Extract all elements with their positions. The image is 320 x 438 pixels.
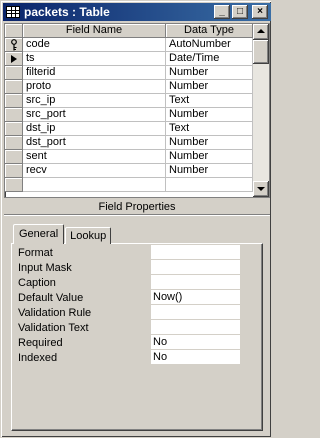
table-row[interactable]: filterid Number [5,66,253,80]
table-row[interactable]: sent Number [5,150,253,164]
field-name-cell[interactable]: dst_port [23,136,166,150]
data-type-cell[interactable]: Number [166,108,253,122]
data-type-cell[interactable]: Date/Time [166,52,253,66]
row-selector[interactable] [5,178,23,192]
data-type-cell[interactable]: Number [166,80,253,94]
scroll-thumb[interactable] [253,40,269,64]
up-arrow-icon [257,29,265,33]
table-row[interactable]: src_port Number [5,108,253,122]
property-label: Validation Rule [18,306,92,319]
data-type-cell[interactable] [166,178,253,192]
property-row: Indexed No [18,350,240,365]
close-button[interactable]: × [252,5,268,19]
row-selector[interactable] [5,66,23,80]
field-grid: Field Name Data Type code AutoNumber ts Dat… [4,23,270,198]
data-type-cell[interactable]: Text [166,94,253,108]
field-name-cell[interactable]: src_ip [23,94,166,108]
property-label: Caption [18,276,56,289]
property-row: Validation Rule [18,305,240,320]
tab-lookup[interactable]: Lookup [65,227,112,244]
property-label: Format [18,246,53,259]
property-value-field[interactable] [151,305,240,320]
table-icon [6,6,20,18]
property-value-field[interactable] [151,260,240,275]
property-value-field[interactable] [151,275,240,290]
table-row[interactable]: recv Number [5,164,253,178]
property-label: Required [18,336,63,349]
property-row: Caption [18,275,240,290]
scroll-up-button[interactable] [253,24,269,40]
properties-list: Format Input Mask Caption Default Value Now(… [18,245,240,365]
maximize-button[interactable]: □ [232,5,248,19]
row-selector[interactable] [5,150,23,164]
down-arrow-icon [257,187,265,191]
property-value-field[interactable]: No [151,350,240,365]
window-title: packets : Table [24,5,110,19]
data-type-cell[interactable]: Number [166,150,253,164]
field-name-cell[interactable]: recv [23,164,166,178]
property-value-field[interactable]: No [151,335,240,350]
tab-general[interactable]: General [13,224,65,244]
table-row[interactable]: dst_ip Text [5,122,253,136]
data-type-cell[interactable]: AutoNumber [166,38,253,52]
property-tabs: General Lookup [13,224,112,244]
property-value-field[interactable] [151,245,240,260]
row-selector[interactable] [5,94,23,108]
row-selector[interactable] [5,164,23,178]
table-design-window: packets : Table _ □ × Field Name Data Ty… [0,0,272,438]
table-row[interactable] [5,178,253,192]
property-label: Input Mask [18,261,72,274]
data-type-cell[interactable]: Number [166,164,253,178]
row-selector[interactable] [5,38,23,52]
minimize-button[interactable]: _ [214,5,230,19]
vertical-scrollbar[interactable] [253,24,269,197]
row-selector[interactable] [5,80,23,94]
field-name-cell[interactable] [23,178,166,192]
row-selector[interactable] [5,52,23,66]
property-row: Input Mask [18,260,240,275]
field-name-cell[interactable]: src_port [23,108,166,122]
property-label: Default Value [18,291,84,304]
data-type-cell[interactable]: Number [166,136,253,150]
row-selector[interactable] [5,108,23,122]
property-value-field[interactable] [151,320,240,335]
field-name-cell[interactable]: sent [23,150,166,164]
title-bar[interactable]: packets : Table _ □ × [3,3,271,21]
field-properties-header: Field Properties [4,199,270,215]
field-name-cell[interactable]: code [23,38,166,52]
property-value-field[interactable]: Now() [151,290,240,305]
property-row: Required No [18,335,240,350]
header-field-name[interactable]: Field Name [23,24,166,38]
header-selector [5,24,23,38]
property-row: Default Value Now() [18,290,240,305]
grid-header: Field Name Data Type [5,24,253,38]
property-row: Format [18,245,240,260]
property-row: Validation Text [18,320,240,335]
field-name-cell[interactable]: proto [23,80,166,94]
field-name-cell[interactable]: filterid [23,66,166,80]
table-row[interactable]: dst_port Number [5,136,253,150]
header-data-type[interactable]: Data Type [166,24,253,38]
table-row[interactable]: src_ip Text [5,94,253,108]
row-selector[interactable] [5,122,23,136]
primary-key-icon [11,39,17,51]
table-row[interactable]: ts Date/Time [5,52,253,66]
property-label: Indexed [18,351,58,364]
property-label: Validation Text [18,321,89,334]
field-name-cell[interactable]: ts [23,52,166,66]
data-type-cell[interactable]: Number [166,66,253,80]
grid-rows: code AutoNumber ts Date/Time filterid Number p… [5,38,253,192]
table-row[interactable]: code AutoNumber [5,38,253,52]
field-name-cell[interactable]: dst_ip [23,122,166,136]
row-selector[interactable] [5,136,23,150]
scroll-down-button[interactable] [253,181,269,197]
table-row[interactable]: proto Number [5,80,253,94]
current-row-arrow-icon [11,55,17,63]
data-type-cell[interactable]: Text [166,122,253,136]
